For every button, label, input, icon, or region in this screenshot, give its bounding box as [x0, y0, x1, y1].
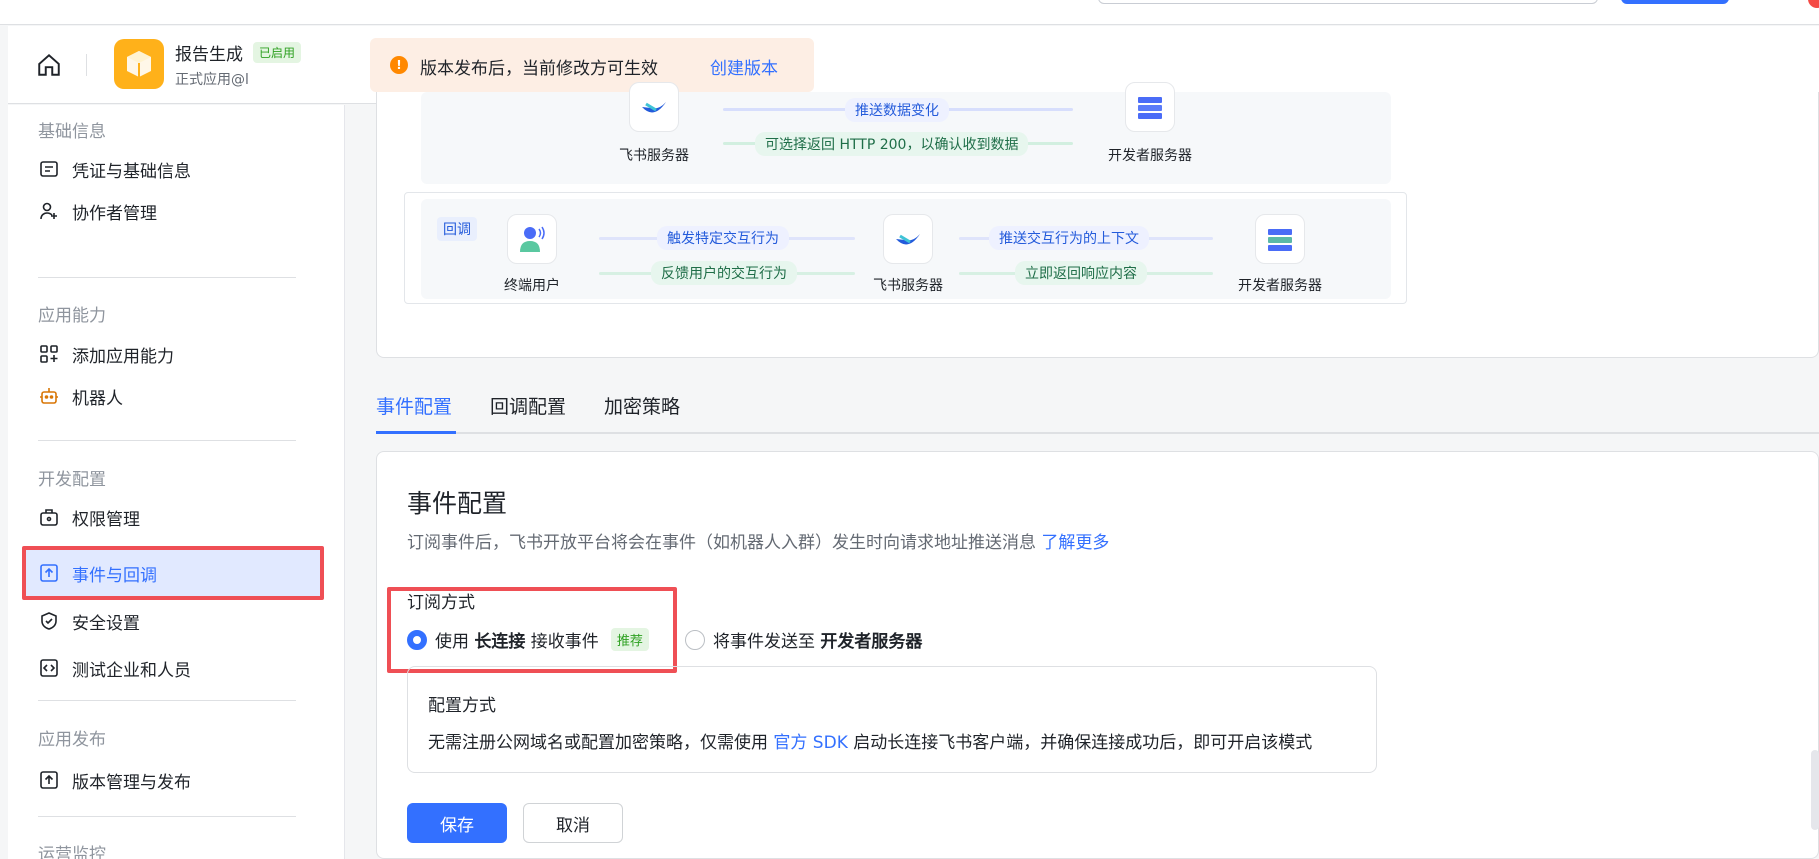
robot-icon: [38, 385, 60, 407]
sidebar-section-release: 应用发布: [38, 730, 106, 750]
sidebar-section-monitoring: 运营监控: [38, 845, 106, 859]
home-icon[interactable]: [36, 52, 62, 78]
arrow-reply-label: 立即返回响应内容: [1015, 261, 1147, 285]
official-sdk-link[interactable]: 官方 SDK: [773, 733, 847, 753]
dev-server-label: 开发者服务器: [1238, 278, 1322, 294]
user-add-icon: [38, 200, 60, 222]
radio-dev-server[interactable]: 将事件发送至 开发者服务器: [685, 627, 922, 652]
sidebar-divider: [38, 816, 296, 817]
section-title: 事件配置: [407, 489, 508, 518]
mode-title: 配置方式: [428, 696, 496, 716]
apps-add-icon: [38, 343, 60, 365]
feishu-server-node: [629, 82, 679, 132]
sidebar-item-security[interactable]: 安全设置: [38, 606, 140, 636]
dev-server-node: [1255, 214, 1305, 264]
radio-unchecked-icon: [685, 629, 705, 650]
upload-box-icon: [38, 769, 60, 791]
callback-tag: 回调: [437, 217, 477, 241]
publish-notice: ! 版本发布后，当前修改方可生效 创建版本: [370, 38, 814, 92]
sidebar-divider: [38, 277, 296, 278]
primary-action-button[interactable]: [1621, 0, 1729, 4]
sidebar-item-bot[interactable]: 机器人: [38, 381, 123, 411]
config-tabs: 事件配置 回调配置 加密策略: [376, 384, 1819, 434]
option-text: 使用 长连接 接收事件: [435, 632, 599, 652]
config-mode-box: 配置方式 无需注册公网域名或配置加密策略，仅需使用 官方 SDK 启动长连接飞书…: [407, 666, 1377, 773]
sidebar-divider: [38, 440, 296, 441]
feishu-server-node: [883, 214, 933, 264]
notice-text: 版本发布后，当前修改方可生效: [420, 59, 658, 79]
end-user-label: 终端用户: [504, 278, 560, 294]
sidebar-section-capability: 应用能力: [38, 306, 106, 326]
sidebar-item-permissions[interactable]: 权限管理: [38, 502, 140, 532]
top-strip: [0, 0, 1819, 25]
arrow-trigger-label: 触发特定交互行为: [657, 226, 789, 250]
sidebar-section-dev: 开发配置: [38, 470, 106, 490]
description-text: 订阅事件后，飞书开放平台将会在事件（如机器人入群）发生时向请求地址推送消息: [407, 533, 1036, 553]
sidebar-section-basic: 基础信息: [38, 122, 106, 142]
app-logo: [114, 39, 164, 89]
dev-server-node: [1125, 82, 1175, 132]
sidebar-item-collaborators[interactable]: 协作者管理: [38, 196, 157, 226]
section-description: 订阅事件后，飞书开放平台将会在事件（如机器人入群）发生时向请求地址推送消息 了解…: [407, 528, 1109, 553]
sidebar-item-credentials[interactable]: 凭证与基础信息: [38, 154, 191, 184]
sidebar-item-label: 版本管理与发布: [72, 772, 191, 793]
feishu-server-label: 飞书服务器: [619, 148, 689, 164]
id-card-icon: [38, 158, 60, 180]
create-version-link[interactable]: 创建版本: [710, 54, 778, 79]
app-subtitle: 正式应用@l: [175, 72, 249, 88]
header-divider: [86, 54, 87, 76]
notification-badge[interactable]: [1808, 0, 1819, 8]
tab-event-config[interactable]: 事件配置: [376, 392, 452, 419]
sidebar-item-events-callbacks[interactable]: 事件与回调: [38, 558, 157, 588]
sidebar-divider: [38, 700, 296, 701]
sidebar-item-label: 协作者管理: [72, 203, 157, 224]
sidebar-item-add-capability[interactable]: 添加应用能力: [38, 339, 174, 369]
radio-long-connection[interactable]: 使用 长连接 接收事件 推荐: [407, 627, 649, 652]
save-button[interactable]: 保存: [407, 803, 507, 843]
search-input[interactable]: [1098, 0, 1598, 4]
tab-callback-config[interactable]: 回调配置: [490, 392, 566, 419]
end-user-node: [507, 214, 557, 264]
event-config-card: 事件配置 订阅事件后，飞书开放平台将会在事件（如机器人入群）发生时向请求地址推送…: [376, 451, 1819, 859]
sidebar-item-label: 权限管理: [72, 509, 140, 530]
arrow-return-label: 可选择返回 HTTP 200，以确认收到数据: [755, 132, 1029, 156]
feishu-server-label: 飞书服务器: [873, 278, 943, 294]
sidebar-item-versions[interactable]: 版本管理与发布: [38, 765, 191, 795]
event-upload-icon: [38, 562, 60, 584]
code-icon: [38, 657, 60, 679]
sidebar-item-test-tenant[interactable]: 测试企业和人员: [38, 653, 191, 683]
app-status-badge: 已启用: [253, 42, 302, 63]
recommend-badge: 推荐: [610, 628, 649, 651]
app-name: 报告生成: [175, 45, 243, 65]
scrollbar-thumb[interactable]: [1811, 750, 1819, 830]
option-text: 将事件发送至 开发者服务器: [713, 632, 923, 652]
flow-diagram-card: 飞书服务器 推送数据变化 可选择返回 HTTP 200，以确认收到数据 开发者服…: [376, 82, 1819, 358]
learn-more-link[interactable]: 了解更多: [1041, 533, 1109, 553]
briefcase-lock-icon: [38, 506, 60, 528]
cancel-button[interactable]: 取消: [523, 803, 623, 843]
arrow-feedback-label: 反馈用户的交互行为: [651, 261, 797, 285]
arrow-push-label: 推送数据变化: [845, 98, 949, 122]
tab-active-indicator: [376, 431, 456, 434]
arrow-context-label: 推送交互行为的上下文: [989, 226, 1149, 250]
sidebar-item-label: 事件与回调: [72, 565, 157, 586]
sidebar-item-label: 机器人: [72, 388, 123, 409]
dev-server-label: 开发者服务器: [1108, 148, 1192, 164]
sidebar-item-label: 凭证与基础信息: [72, 161, 191, 182]
mode-description: 无需注册公网域名或配置加密策略，仅需使用 官方 SDK 启动长连接飞书客户端，并…: [428, 733, 1313, 753]
tab-encryption[interactable]: 加密策略: [604, 392, 680, 419]
sidebar-item-label: 添加应用能力: [72, 346, 174, 367]
shield-check-icon: [38, 610, 60, 632]
sidebar: 基础信息 凭证与基础信息 协作者管理 应用能力 添加应用能力 机器人 开发配置 …: [8, 105, 345, 859]
sidebar-item-label: 测试企业和人员: [72, 660, 191, 681]
radio-checked-icon: [407, 629, 427, 650]
warning-icon: !: [390, 56, 408, 74]
sidebar-item-label: 安全设置: [72, 613, 140, 634]
